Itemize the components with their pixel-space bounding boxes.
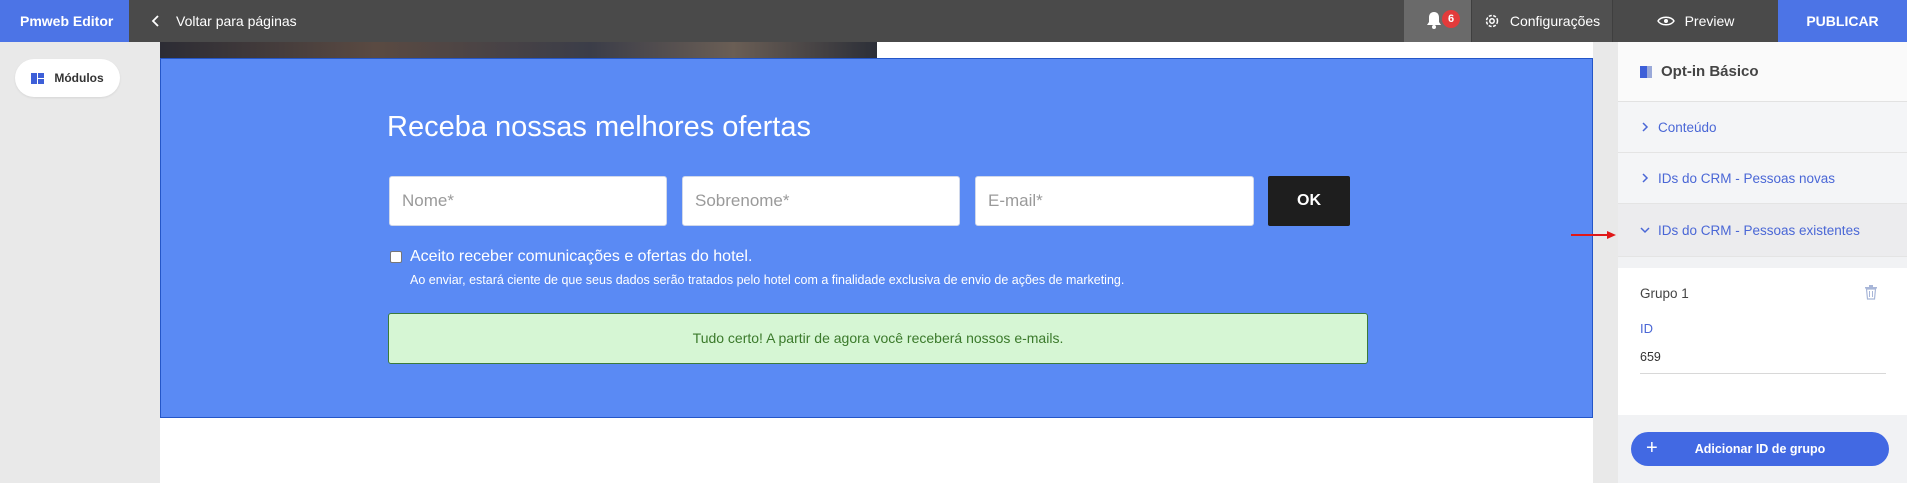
consent-row[interactable]: Aceito receber comunicações e ofertas do…	[390, 248, 752, 266]
email-field[interactable]: E-mail*	[975, 176, 1254, 226]
submit-button[interactable]: OK	[1268, 176, 1350, 226]
gear-icon	[1485, 14, 1499, 28]
plus-icon: +	[1646, 437, 1658, 459]
section-crm-existing[interactable]: IDs do CRM - Pessoas existentes	[1618, 204, 1907, 257]
eye-icon	[1656, 16, 1675, 26]
preview-button[interactable]: Preview	[1612, 0, 1778, 42]
modules-label: Módulos	[54, 71, 104, 85]
settings-button[interactable]: Configurações	[1471, 0, 1612, 42]
group-title: Grupo 1	[1640, 286, 1689, 301]
section-conteudo[interactable]: Conteúdo	[1618, 102, 1907, 153]
name-field[interactable]: Nome*	[389, 176, 667, 226]
page-canvas: Receba nossas melhores ofertas Nome* Sob…	[160, 42, 1593, 483]
section-label: IDs do CRM - Pessoas novas	[1658, 170, 1836, 186]
consent-label: Aceito receber comunicações e ofertas do…	[410, 248, 753, 265]
preview-label: Preview	[1684, 13, 1735, 29]
add-group-id-button[interactable]: + Adicionar ID de grupo	[1631, 432, 1889, 466]
bell-icon	[1427, 12, 1441, 29]
id-label: ID	[1640, 321, 1653, 336]
disclaimer-text: Ao enviar, estará ciente de que seus dad…	[410, 273, 1125, 287]
chevron-right-icon	[1642, 122, 1649, 132]
publish-button[interactable]: PUBLICAR	[1778, 0, 1907, 42]
section-label: IDs do CRM - Pessoas existentes	[1658, 222, 1860, 238]
back-to-pages-link[interactable]: Voltar para páginas	[150, 0, 297, 42]
optin-module[interactable]: Receba nossas melhores ofertas Nome* Sob…	[160, 58, 1593, 418]
chevron-right-icon	[1642, 173, 1649, 183]
top-bar: Pmweb Editor Voltar para páginas 6 Confi…	[0, 0, 1907, 42]
optin-title: Receba nossas melhores ofertas	[387, 111, 811, 143]
modules-button[interactable]: Módulos	[15, 59, 120, 97]
surname-field[interactable]: Sobrenome*	[682, 176, 960, 226]
trash-icon[interactable]	[1864, 284, 1878, 300]
section-label: Conteúdo	[1658, 119, 1717, 135]
success-message: Tudo certo! A partir de agora você receb…	[388, 313, 1368, 364]
back-label: Voltar para páginas	[176, 13, 297, 29]
section-crm-new[interactable]: IDs do CRM - Pessoas novas	[1618, 153, 1907, 204]
module-icon	[1640, 65, 1652, 78]
modules-icon	[31, 72, 45, 84]
notifications-button[interactable]: 6	[1404, 0, 1471, 42]
add-group-label: Adicionar ID de grupo	[1694, 442, 1826, 456]
chevron-left-icon	[151, 15, 159, 27]
settings-label: Configurações	[1509, 13, 1601, 29]
hero-image	[160, 42, 877, 58]
id-input[interactable]: 659	[1640, 350, 1886, 374]
arrow-annotation-icon	[1571, 231, 1616, 239]
panel-header: Opt-in Básico	[1618, 42, 1907, 102]
brand-logo[interactable]: Pmweb Editor	[0, 0, 129, 42]
notification-badge: 6	[1442, 10, 1460, 28]
consent-checkbox[interactable]	[390, 251, 402, 263]
properties-panel: Opt-in Básico Conteúdo IDs do CRM - Pess…	[1618, 42, 1907, 483]
group-card: Grupo 1 ID 659	[1618, 268, 1907, 415]
panel-title: Opt-in Básico	[1661, 63, 1759, 80]
chevron-down-icon	[1640, 227, 1650, 234]
